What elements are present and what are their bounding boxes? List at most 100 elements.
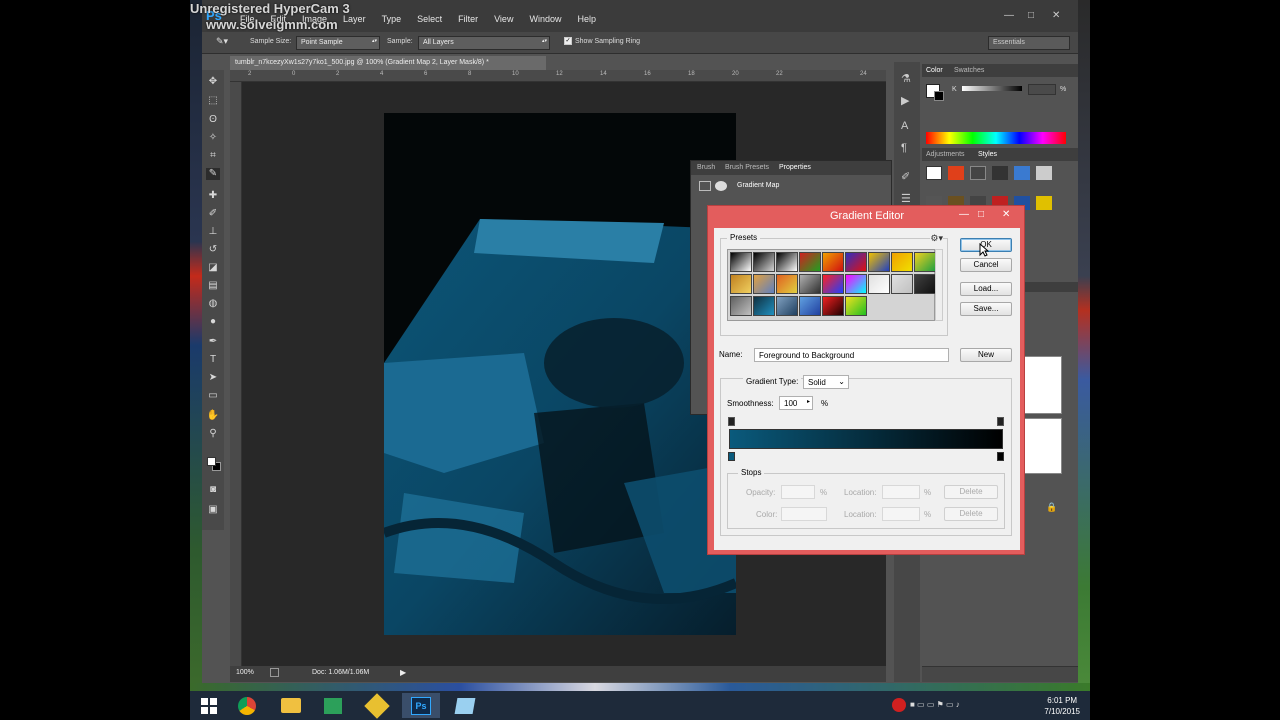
tab-swatches[interactable]: Swatches: [954, 67, 984, 74]
gradient-preset-swatch[interactable]: [914, 252, 936, 272]
gradient-preset-swatch[interactable]: [799, 274, 821, 294]
gradient-preset-swatch[interactable]: [776, 274, 798, 294]
gradient-preset-swatch[interactable]: [753, 296, 775, 316]
gradient-preset-swatch[interactable]: [822, 274, 844, 294]
quick-mask-icon[interactable]: ◙: [206, 484, 220, 496]
close-button[interactable]: ✕: [1052, 10, 1060, 21]
tab-brush[interactable]: Brush: [697, 164, 715, 171]
gradient-preset-swatch[interactable]: [891, 252, 913, 272]
menu-type[interactable]: Type: [374, 14, 410, 24]
move-tool-icon[interactable]: ✥: [206, 76, 220, 88]
gradient-preview-bar[interactable]: [729, 429, 1003, 449]
history-icon[interactable]: ⚗: [901, 72, 911, 85]
sample-size-select[interactable]: Point Sample: [296, 36, 380, 50]
tab-styles[interactable]: Styles: [978, 151, 997, 158]
dialog-close-button[interactable]: ✕: [1002, 209, 1010, 220]
actions-icon[interactable]: ▶: [901, 94, 909, 107]
save-button[interactable]: Save...: [960, 302, 1012, 316]
workspace-select[interactable]: Essentials: [988, 36, 1070, 50]
color-stop-right[interactable]: [997, 452, 1004, 461]
eyedropper-tool-icon[interactable]: ✎: [206, 168, 220, 180]
menu-view[interactable]: View: [486, 14, 521, 24]
blur-tool-icon[interactable]: ◍: [206, 298, 220, 310]
eraser-tool-icon[interactable]: ◪: [206, 262, 220, 274]
record-icon[interactable]: [892, 698, 906, 712]
gradient-preset-swatch[interactable]: [753, 274, 775, 294]
style-swatch[interactable]: [926, 166, 942, 180]
taskbar-store[interactable]: [314, 693, 352, 718]
load-button[interactable]: Load...: [960, 282, 1012, 296]
taskbar-file-explorer[interactable]: [272, 693, 310, 718]
adjust-panel-icon[interactable]: ☰: [901, 192, 911, 205]
gradient-preset-swatch[interactable]: [822, 296, 844, 316]
pen-tool-icon[interactable]: ✒: [206, 336, 220, 348]
gradient-preset-swatch[interactable]: [776, 252, 798, 272]
clone-stamp-tool-icon[interactable]: ⊥: [206, 226, 220, 238]
color-ramp[interactable]: [926, 132, 1066, 144]
brush-panel-icon[interactable]: ✐: [901, 170, 910, 183]
gradient-preset-swatch[interactable]: [799, 252, 821, 272]
healing-brush-tool-icon[interactable]: ✚: [206, 190, 220, 202]
taskbar-hypercam[interactable]: [358, 692, 396, 719]
new-button[interactable]: New: [960, 348, 1012, 362]
color-location-input[interactable]: [882, 507, 920, 521]
style-swatch[interactable]: [1014, 166, 1030, 180]
gradient-preset-swatch[interactable]: [868, 274, 890, 294]
opacity-stop-right[interactable]: [997, 417, 1004, 426]
document-tab[interactable]: tumblr_n7kcezyXw1s27y7ko1_500.jpg @ 100%…: [230, 56, 546, 70]
gradient-preset-swatch[interactable]: [730, 296, 752, 316]
menu-select[interactable]: Select: [409, 14, 450, 24]
tab-properties[interactable]: Properties: [779, 164, 811, 171]
show-sampling-ring-checkbox[interactable]: ✓: [564, 37, 572, 45]
presets-scrollbar[interactable]: [935, 249, 943, 321]
minimize-button[interactable]: —: [1004, 10, 1014, 21]
k-value-field[interactable]: [1028, 84, 1056, 95]
dodge-tool-icon[interactable]: ●: [206, 316, 220, 328]
gradient-preset-swatch[interactable]: [914, 274, 936, 294]
gradient-preset-swatch[interactable]: [845, 296, 867, 316]
gradient-preset-swatch[interactable]: [753, 252, 775, 272]
color-swatches-icon[interactable]: [206, 456, 222, 472]
gradient-preset-swatch[interactable]: [730, 252, 752, 272]
smoothness-input[interactable]: 100 ▸: [779, 396, 813, 410]
taskbar-chrome[interactable]: [228, 693, 266, 718]
gradient-tool-icon[interactable]: ▤: [206, 280, 220, 292]
gradient-preset-swatch[interactable]: [845, 274, 867, 294]
menu-window[interactable]: Window: [521, 14, 569, 24]
menu-help[interactable]: Help: [569, 14, 604, 24]
cancel-button[interactable]: Cancel: [960, 258, 1012, 272]
hand-tool-icon[interactable]: ✋: [206, 410, 220, 422]
marquee-tool-icon[interactable]: ⬚: [206, 95, 220, 107]
gradient-preset-swatch[interactable]: [845, 252, 867, 272]
zoom-tool-icon[interactable]: ⚲: [206, 428, 220, 440]
gradient-preset-swatch[interactable]: [776, 296, 798, 316]
style-swatch[interactable]: [992, 166, 1008, 180]
delete-opacity-stop-button[interactable]: Delete: [944, 485, 998, 499]
maximize-button[interactable]: □: [1028, 10, 1034, 21]
gradient-preset-swatch[interactable]: [822, 252, 844, 272]
background-color-swatch[interactable]: [934, 91, 944, 101]
crop-tool-icon[interactable]: ⌗: [206, 150, 220, 162]
lasso-tool-icon[interactable]: ʘ: [206, 114, 220, 126]
style-swatch[interactable]: [1036, 166, 1052, 180]
smoothness-arrow-icon[interactable]: ▸: [807, 398, 810, 407]
eyedropper-icon[interactable]: ✎▾: [216, 36, 228, 47]
dialog-maximize-button[interactable]: □: [978, 209, 984, 220]
tray-icons[interactable]: ■ ▭ ▭ ⚑ ▭ ♪: [910, 700, 960, 709]
gradient-preset-swatch[interactable]: [730, 274, 752, 294]
k-slider[interactable]: [962, 86, 1022, 91]
opacity-input[interactable]: [781, 485, 815, 499]
export-icon[interactable]: [270, 668, 279, 677]
presets-gear-icon[interactable]: ⚙▾: [930, 233, 943, 244]
character-icon[interactable]: A: [901, 120, 908, 132]
opacity-location-input[interactable]: [882, 485, 920, 499]
history-brush-tool-icon[interactable]: ↺: [206, 244, 220, 256]
dialog-minimize-button[interactable]: —: [959, 209, 969, 220]
style-swatch[interactable]: [1036, 196, 1052, 210]
menu-filter[interactable]: Filter: [450, 14, 486, 24]
status-arrow-icon[interactable]: ▶: [400, 668, 406, 677]
paragraph-icon[interactable]: ¶: [901, 142, 907, 154]
gradient-preset-swatch[interactable]: [799, 296, 821, 316]
tab-color[interactable]: Color: [926, 67, 943, 74]
taskbar-photoshop[interactable]: Ps: [402, 693, 440, 718]
